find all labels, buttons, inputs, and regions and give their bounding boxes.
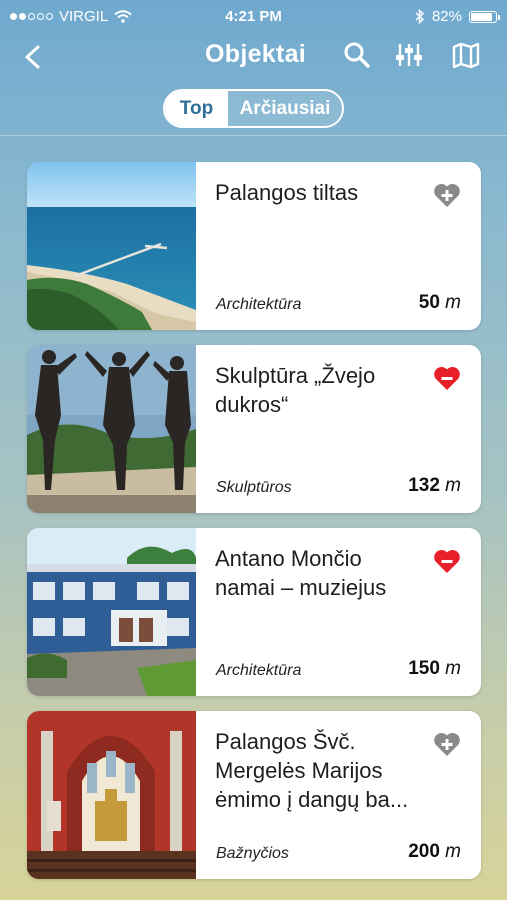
object-card[interactable]: Skulptūra „Žvejo dukros“ Skulptūros 132 … xyxy=(27,345,481,513)
distance-unit: m xyxy=(445,658,461,679)
status-bar: VIRGIL 4:21 PM 82% xyxy=(0,0,507,34)
object-card[interactable]: Palangos tiltas Architektūra 50 m xyxy=(27,162,481,330)
header-divider xyxy=(0,135,507,136)
page-title: Objektai xyxy=(205,40,307,68)
search-button[interactable] xyxy=(342,40,372,70)
map-button[interactable] xyxy=(451,40,481,70)
battery-fill xyxy=(471,12,493,21)
status-right: 82% xyxy=(415,8,500,25)
favorite-toggle[interactable] xyxy=(433,182,461,208)
blue-house-museum-image xyxy=(27,528,196,696)
chevron-left-icon xyxy=(25,45,40,69)
battery-icon xyxy=(469,10,500,23)
object-card[interactable]: Palangos Švč. Mergelės Marijos ėmimo į d… xyxy=(27,711,481,879)
filter-button[interactable] xyxy=(394,40,424,70)
card-title: Skulptūra „Žvejo dukros“ xyxy=(215,363,376,417)
card-distance: 50 m xyxy=(419,292,461,314)
distance-value: 50 xyxy=(418,292,440,313)
distance-value: 200 xyxy=(408,841,440,862)
card-title: Palangos Švč. Mergelės Marijos ėmimo į d… xyxy=(215,729,409,812)
bluetooth-icon xyxy=(415,9,425,24)
card-title: Antano Mončio namai – muziejus xyxy=(215,546,387,600)
heart-minus-icon xyxy=(434,366,460,390)
card-distance: 132 m xyxy=(408,475,461,497)
card-category: Skulptūros xyxy=(216,479,292,496)
church-interior-image xyxy=(27,711,196,879)
favorite-toggle[interactable] xyxy=(433,365,461,391)
distance-value: 150 xyxy=(408,658,440,679)
battery-percent: 82% xyxy=(431,8,462,25)
map-icon xyxy=(452,42,480,69)
card-category: Architektūra xyxy=(216,296,302,313)
card-title: Palangos tiltas xyxy=(215,180,359,205)
favorite-toggle[interactable] xyxy=(433,548,461,574)
card-distance: 150 m xyxy=(408,658,461,680)
card-category: Bažnyčios xyxy=(216,845,289,862)
heart-plus-icon xyxy=(434,732,460,756)
distance-value: 132 xyxy=(408,475,440,496)
tab-top[interactable]: Top xyxy=(165,91,228,126)
distance-unit: m xyxy=(445,292,461,313)
sort-segmented-control: Top Arčiausiai xyxy=(163,89,344,128)
card-distance: 200 m xyxy=(408,841,461,863)
favorite-toggle[interactable] xyxy=(433,731,461,757)
distance-unit: m xyxy=(445,841,461,862)
bronze-sculpture-image xyxy=(27,345,196,513)
tab-nearest[interactable]: Arčiausiai xyxy=(228,91,342,126)
heart-plus-icon xyxy=(434,183,460,207)
filter-sliders-icon xyxy=(396,44,422,66)
card-category: Architektūra xyxy=(216,662,302,679)
pier-over-sea-image xyxy=(27,162,196,330)
object-card[interactable]: Antano Mončio namai – muziejus Architekt… xyxy=(27,528,481,696)
heart-minus-icon xyxy=(434,549,460,573)
distance-unit: m xyxy=(445,475,461,496)
search-icon xyxy=(344,42,370,68)
nav-bar: Objektai xyxy=(0,34,507,80)
back-button[interactable] xyxy=(18,42,48,72)
